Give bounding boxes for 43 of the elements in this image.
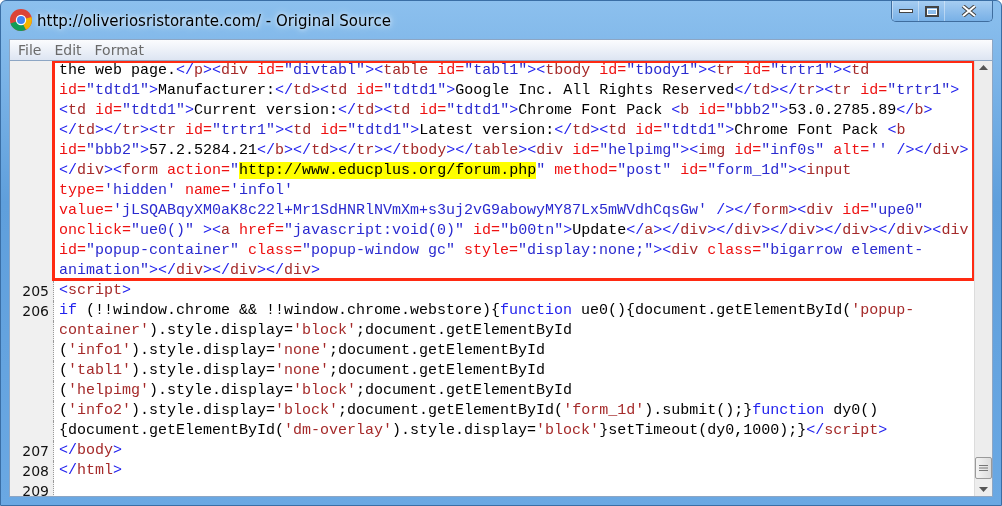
maximize-button[interactable] [918, 1, 944, 21]
code-line: id="tdtd1">Manufacturer:</td><td id="tdtd1">Google Inc. All Rights Reserved</td></tr><tr id="trtr1"> [58, 81, 960, 101]
close-button[interactable] [944, 1, 992, 21]
line-number: 209 [22, 483, 49, 496]
line-number: 206 [22, 303, 49, 319]
line-number: 205 [22, 283, 49, 299]
code-line: </html> [58, 461, 123, 481]
code-line: animation"></div></div></div> [58, 261, 321, 281]
grip-icon [979, 464, 988, 472]
minimize-button[interactable] [892, 1, 918, 21]
code-line: onclick="ue0()" ><a href="javascript:void(0)" id="b00tn">Update</a></div></div></div></div></div><div [58, 221, 969, 241]
code-line: </td></tr><tr id="trtr1"><td id="tdtd1">Latest version:</td><td id="tdtd1">Chrome Font Pack <b [58, 121, 906, 141]
code-line: </body> [58, 441, 123, 461]
code-line: ('helpimg').style.display='block';document.getElementById [58, 381, 573, 401]
gutter-cell [10, 61, 54, 81]
code-line: ('tabl1').style.display='none';document.getElementById [58, 361, 546, 381]
scroll-up-icon[interactable] [979, 65, 988, 70]
code-line: container').style.display='block';document.getElementById [58, 321, 573, 341]
code-line: ('info2').style.display='block';document.getElementById('form_1d').submit();}function dy0() [58, 401, 879, 421]
code-line: <script> [58, 281, 132, 301]
code-line: {document.getElementById('dm-overlay').style.display='block'}setTimeout(dy0,1000);}</script> [58, 421, 888, 441]
scrollbar[interactable] [974, 61, 992, 496]
code-line: type='hidden' name='infol' [58, 181, 294, 201]
line-number: 207 [22, 443, 49, 459]
code-line: id="popup-container" class="popup-window gc" style="display:none;"><div class="bigarrow element- [58, 241, 924, 261]
menu-item[interactable]: Format [94, 42, 144, 58]
scroll-down-icon[interactable] [979, 487, 988, 492]
code-line: the web page.</p><div id="divtabl"><table id="tabl1"><tbody id="tbody1"><tr id="trtr1"><td [58, 61, 870, 81]
minimize-icon [898, 9, 913, 13]
code-line: <td id="tdtd1">Current version:</td><td id="tdtd1">Chrome Font Pack <b id="bbb2">53.0.2785.89</b> [58, 101, 933, 121]
code-line: </div><form action="http://www.educplus.org/forum.php" method="post" id="form_1d"><input [58, 161, 852, 181]
code-line: ('info1').style.display='none';document.getElementById [58, 341, 546, 361]
scroll-thumb[interactable] [975, 457, 992, 479]
maximize-icon [924, 5, 939, 17]
menu-item[interactable]: Edit [54, 42, 82, 58]
app-logo-icon [9, 8, 33, 32]
line-number: 208 [22, 463, 49, 479]
window-title: http://oliveriosristorante.com/ - Original Source [37, 11, 391, 30]
code-line: if (!!window.chrome && !!window.chrome.webstore){function ue0(){document.getElementById('popup- [58, 301, 915, 321]
code-line: id="bbb2">57.2.5284.21</b></td></tr></tbody></table><div id="helpimg"><img id="inf0s" alt='' /></div> [58, 141, 969, 161]
code-line: value='jLSQABqyXM0aK8c22l+Mr1SdHNRlNVmXm+s3uj2vG9abowyMY87Lx5mWVdhCqsGw' /></form><div id="upe0" [58, 201, 924, 221]
menu-item[interactable]: File [18, 42, 42, 58]
close-icon [960, 5, 977, 17]
